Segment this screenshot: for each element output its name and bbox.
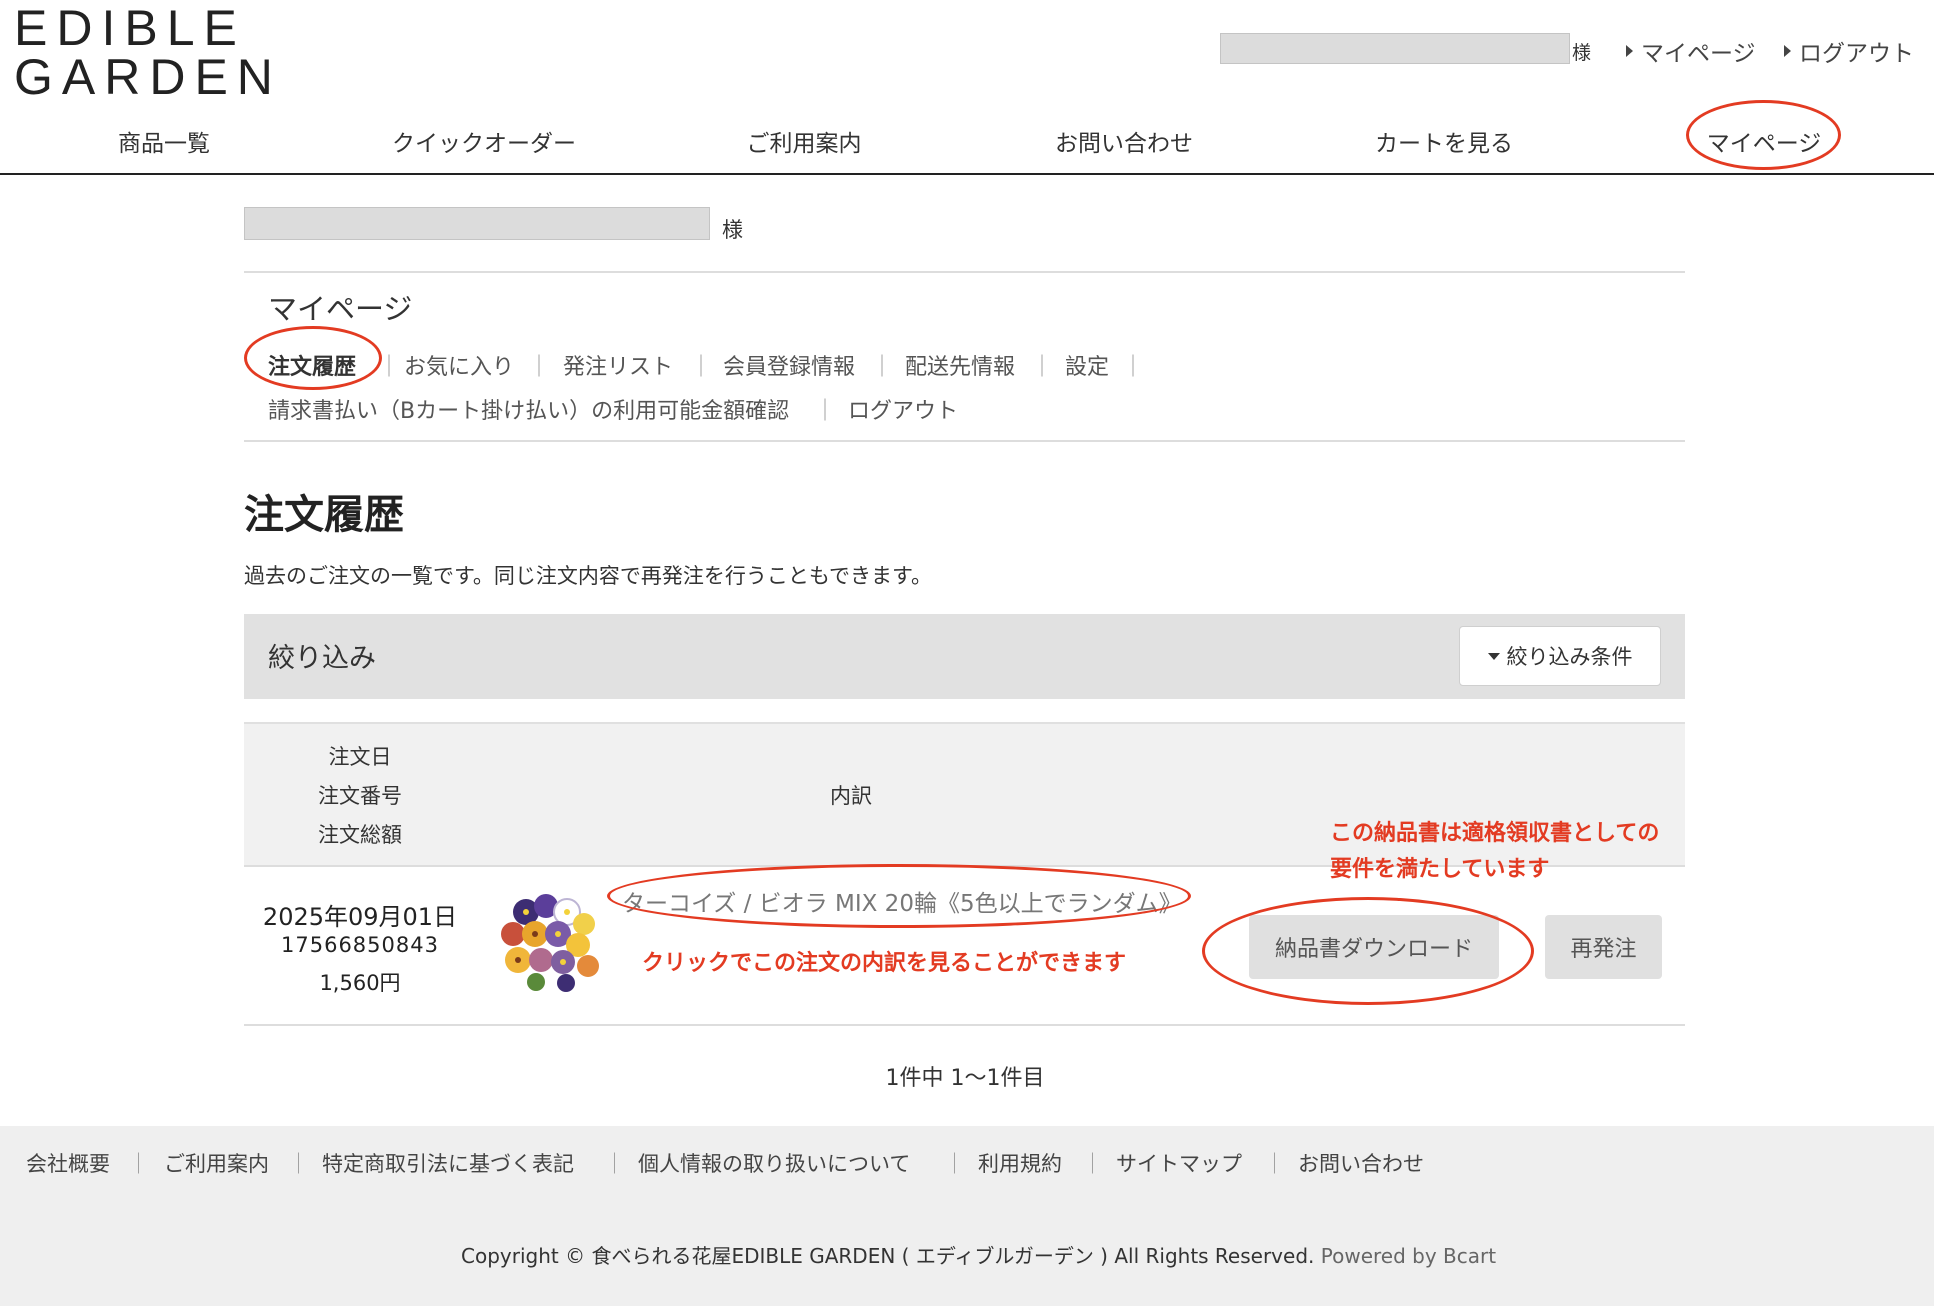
separator: ｜: [378, 355, 401, 380]
separator: ｜: [128, 1152, 149, 1176]
separator: ｜: [690, 355, 713, 380]
order-total: 1,560円: [319, 971, 401, 995]
th-details: 内訳: [830, 784, 872, 808]
top-logout-link[interactable]: ログアウト: [1784, 34, 1914, 68]
annotation-oval-product: [607, 864, 1191, 928]
annotation-invoice-note-1: この納品書は適格領収書としての: [1330, 821, 1660, 846]
copyright: Copyright © 食べられる花屋EDIBLE GARDEN ( エディブル…: [461, 1240, 1496, 1269]
separator: ｜: [288, 1152, 309, 1176]
annotation-invoice-note-2: 要件を満たしています: [1330, 857, 1550, 882]
footer-link-company[interactable]: 会社概要: [26, 1148, 110, 1178]
subnav-logout[interactable]: ログアウト: [848, 393, 958, 425]
th-order-number: 注文番号: [318, 784, 402, 808]
footer-link-privacy[interactable]: 個人情報の取り扱いについて: [638, 1148, 910, 1178]
separator: ｜: [814, 399, 837, 424]
site-logo[interactable]: EDIBLE GARDEN: [14, 0, 282, 105]
caret-down-icon: [1487, 652, 1500, 660]
subnav-settings[interactable]: 設定: [1065, 349, 1109, 381]
top-mypage-label: マイページ: [1641, 41, 1756, 67]
flower-cluster-icon: [501, 894, 599, 992]
footer-link-terms[interactable]: 利用規約: [978, 1148, 1062, 1178]
nav-guide[interactable]: ご利用案内: [747, 124, 862, 158]
subnav-favorites[interactable]: お気に入り: [404, 349, 514, 381]
triangle-right-icon: [1784, 45, 1791, 57]
annotation-click-note: クリックでこの注文の内訳を見ることができます: [642, 951, 1127, 976]
logo-line-2: GARDEN: [14, 49, 282, 105]
th-order-total: 注文総額: [318, 823, 402, 847]
filter-label: 絞り込み: [268, 643, 376, 674]
divider: [244, 440, 1685, 442]
footer-link-contact[interactable]: お問い合わせ: [1298, 1148, 1424, 1178]
subnav-order-list[interactable]: 発注リスト: [563, 349, 673, 381]
filter-conditions-label: 絞り込み条件: [1506, 645, 1633, 669]
header-divider: [0, 173, 1934, 175]
page-description: 過去のご注文の一覧です。同じ注文内容で再発注を行うこともできます。: [244, 564, 932, 588]
separator: ｜: [1031, 355, 1054, 380]
copyright-text: Copyright © 食べられる花屋EDIBLE GARDEN ( エディブル…: [461, 1244, 1315, 1268]
top-logout-label: ログアウト: [1799, 41, 1914, 67]
separator: ｜: [528, 355, 551, 380]
product-thumbnail[interactable]: [496, 890, 612, 992]
separator: ｜: [871, 355, 894, 380]
powered-by-link[interactable]: Powered by Bcart: [1321, 1244, 1496, 1268]
subnav-invoice-limit[interactable]: 請求書払い（Bカート掛け払い）の利用可能金額確認: [268, 393, 789, 425]
order-number: 17566850843: [281, 933, 439, 957]
separator: ｜: [944, 1152, 965, 1176]
subnav-delivery-info[interactable]: 配送先情報: [905, 349, 1015, 381]
user-name-redacted: [1220, 33, 1570, 64]
nav-contact[interactable]: お問い合わせ: [1055, 124, 1193, 158]
annotation-oval-download: [1202, 897, 1534, 1005]
nav-products[interactable]: 商品一覧: [118, 124, 210, 158]
mypage-heading: マイページ: [268, 292, 413, 326]
separator: ｜: [1082, 1152, 1103, 1176]
nav-quick-order[interactable]: クイックオーダー: [392, 124, 576, 158]
filter-conditions-button[interactable]: 絞り込み条件: [1459, 626, 1661, 686]
member-name-redacted: [244, 207, 710, 240]
user-suffix: 様: [1572, 42, 1592, 64]
separator: ｜: [1122, 355, 1145, 380]
separator: ｜: [604, 1152, 625, 1176]
order-date: 2025年09月01日: [262, 903, 458, 931]
divider: [244, 271, 1685, 273]
reorder-button[interactable]: 再発注: [1545, 915, 1662, 979]
logo-line-1: EDIBLE: [14, 0, 246, 56]
top-mypage-link[interactable]: マイページ: [1626, 34, 1756, 68]
separator: ｜: [1264, 1152, 1285, 1176]
page-title: 注文履歴: [244, 492, 404, 538]
nav-cart[interactable]: カートを見る: [1375, 124, 1513, 158]
subnav-member-info[interactable]: 会員登録情報: [723, 349, 855, 381]
row-divider: [244, 1024, 1685, 1026]
footer-link-tokushoho[interactable]: 特定商取引法に基づく表記: [322, 1148, 574, 1178]
member-suffix: 様: [722, 218, 743, 242]
pagination-info: 1件中 1〜1件目: [885, 1066, 1045, 1091]
th-order-date: 注文日: [328, 745, 392, 769]
annotation-oval-nav-mypage: [1686, 100, 1841, 170]
footer-link-guide[interactable]: ご利用案内: [164, 1148, 269, 1178]
annotation-oval-order-history: [244, 326, 382, 390]
footer-link-sitemap[interactable]: サイトマップ: [1116, 1148, 1242, 1178]
triangle-right-icon: [1626, 45, 1633, 57]
